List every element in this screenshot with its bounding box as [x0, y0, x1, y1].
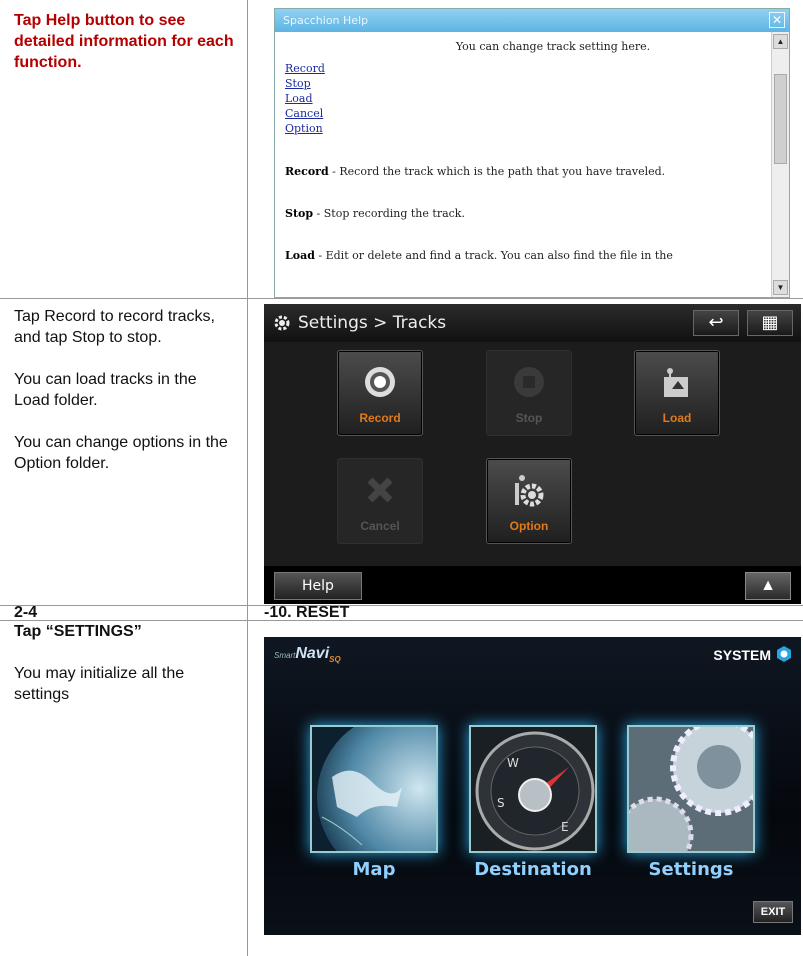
help-paragraph-load: Load - Edit or delete and find a track. …	[285, 249, 673, 262]
system-icon[interactable]	[775, 645, 793, 663]
help-button[interactable]: Help	[274, 572, 362, 600]
load-label: Load	[662, 411, 692, 425]
settings-instruction: Tap “SETTINGS”	[14, 623, 142, 640]
settings-label: Settings	[648, 859, 734, 880]
close-icon[interactable]: ✕	[769, 12, 785, 28]
scrollbar-thumb[interactable]	[774, 74, 787, 164]
help-paragraph-record: Record - Record the track which is the p…	[285, 165, 666, 178]
main-menu-screen: SmartNaviSQ SYSTEM W S E Map Destination…	[264, 637, 801, 935]
option-label: Option	[509, 519, 549, 533]
globe-icon	[312, 727, 436, 851]
load-tile[interactable]: Load	[634, 350, 720, 436]
record-tile[interactable]: Record	[337, 350, 423, 436]
option-gear-icon	[515, 475, 544, 507]
gears-icon	[629, 727, 753, 851]
tracks-instructions: Tap Record to record tracks, and tap Sto…	[14, 306, 234, 474]
tracks-settings-screen: Settings > Tracks ↩ ▦ Record Stop Load C…	[264, 304, 801, 604]
back-button[interactable]: ↩	[693, 310, 739, 336]
settings-card[interactable]	[627, 725, 755, 853]
load-instruction: You can load tracks in the Load folder.	[14, 371, 197, 409]
scroll-up-icon[interactable]: ▲	[773, 34, 788, 49]
destination-label: Destination	[474, 859, 592, 880]
tracks-breadcrumb: Settings > Tracks	[298, 313, 447, 333]
record-label: Record	[359, 411, 401, 425]
system-button[interactable]: SYSTEM	[713, 647, 771, 663]
help-body: You can change track setting here. Recor…	[275, 32, 771, 297]
table-row-divider	[0, 605, 803, 606]
tracks-footer: Help ▲	[264, 566, 801, 604]
record-icon	[365, 367, 395, 397]
destination-card[interactable]: W S E	[469, 725, 597, 853]
gear-icon	[274, 315, 290, 331]
help-window: Spacchion Help ✕ You can change track se…	[274, 8, 790, 298]
help-link-list: Record Stop Load Cancel Option	[285, 61, 761, 136]
help-link-load[interactable]: Load	[285, 91, 761, 106]
initialize-note: You may initialize all the settings	[14, 665, 185, 703]
option-instruction: You can change options in the Option fol…	[14, 434, 228, 472]
exit-button[interactable]: EXIT	[753, 901, 793, 923]
section-title: -10. RESET	[264, 604, 350, 621]
option-tile[interactable]: Option	[486, 458, 572, 544]
stop-label: Stop	[515, 411, 543, 425]
help-link-stop[interactable]: Stop	[285, 76, 761, 91]
svg-text:W: W	[507, 756, 519, 770]
cancel-tile: Cancel	[337, 458, 423, 544]
section-number: 2-4	[14, 604, 38, 621]
help-link-record[interactable]: Record	[285, 61, 761, 76]
stop-tile: Stop	[486, 350, 572, 436]
triangle-up-icon: ▲	[760, 577, 776, 594]
svg-text:E: E	[561, 820, 569, 834]
map-card[interactable]	[310, 725, 438, 853]
svg-text:S: S	[497, 796, 505, 810]
cancel-label: Cancel	[360, 519, 400, 533]
back-arrow-icon: ↩	[708, 312, 724, 333]
compass-icon: W S E	[471, 727, 595, 851]
tracks-header: Settings > Tracks ↩ ▦	[264, 304, 801, 342]
record-stop-instruction: Tap Record to record tracks, and tap Sto…	[14, 308, 215, 346]
reset-instructions: Tap “SETTINGS” You may initialize all th…	[14, 621, 234, 705]
help-link-option[interactable]: Option	[285, 121, 761, 136]
app-logo: SmartNaviSQ	[274, 645, 341, 665]
table-column-divider	[247, 0, 248, 956]
menu-grid-button[interactable]: ▦	[747, 310, 793, 336]
help-intro: You can change track setting here.	[455, 40, 651, 53]
cancel-x-icon	[367, 477, 393, 503]
help-window-title: Spacchion Help ✕	[275, 9, 789, 32]
table-row-divider	[0, 298, 803, 299]
help-instruction: Tap Help button to see detailed informat…	[14, 12, 234, 71]
grid-icon: ▦	[761, 312, 779, 333]
map-label: Map	[352, 859, 396, 880]
help-paragraph-stop: Stop - Stop recording the track.	[285, 207, 465, 220]
stop-icon	[514, 367, 544, 397]
scroll-up-button[interactable]: ▲	[745, 572, 791, 600]
scroll-down-icon[interactable]: ▼	[773, 280, 788, 295]
help-link-cancel[interactable]: Cancel	[285, 106, 761, 121]
folder-icon	[664, 368, 688, 397]
help-scrollbar[interactable]: ▲ ▼	[771, 32, 789, 297]
